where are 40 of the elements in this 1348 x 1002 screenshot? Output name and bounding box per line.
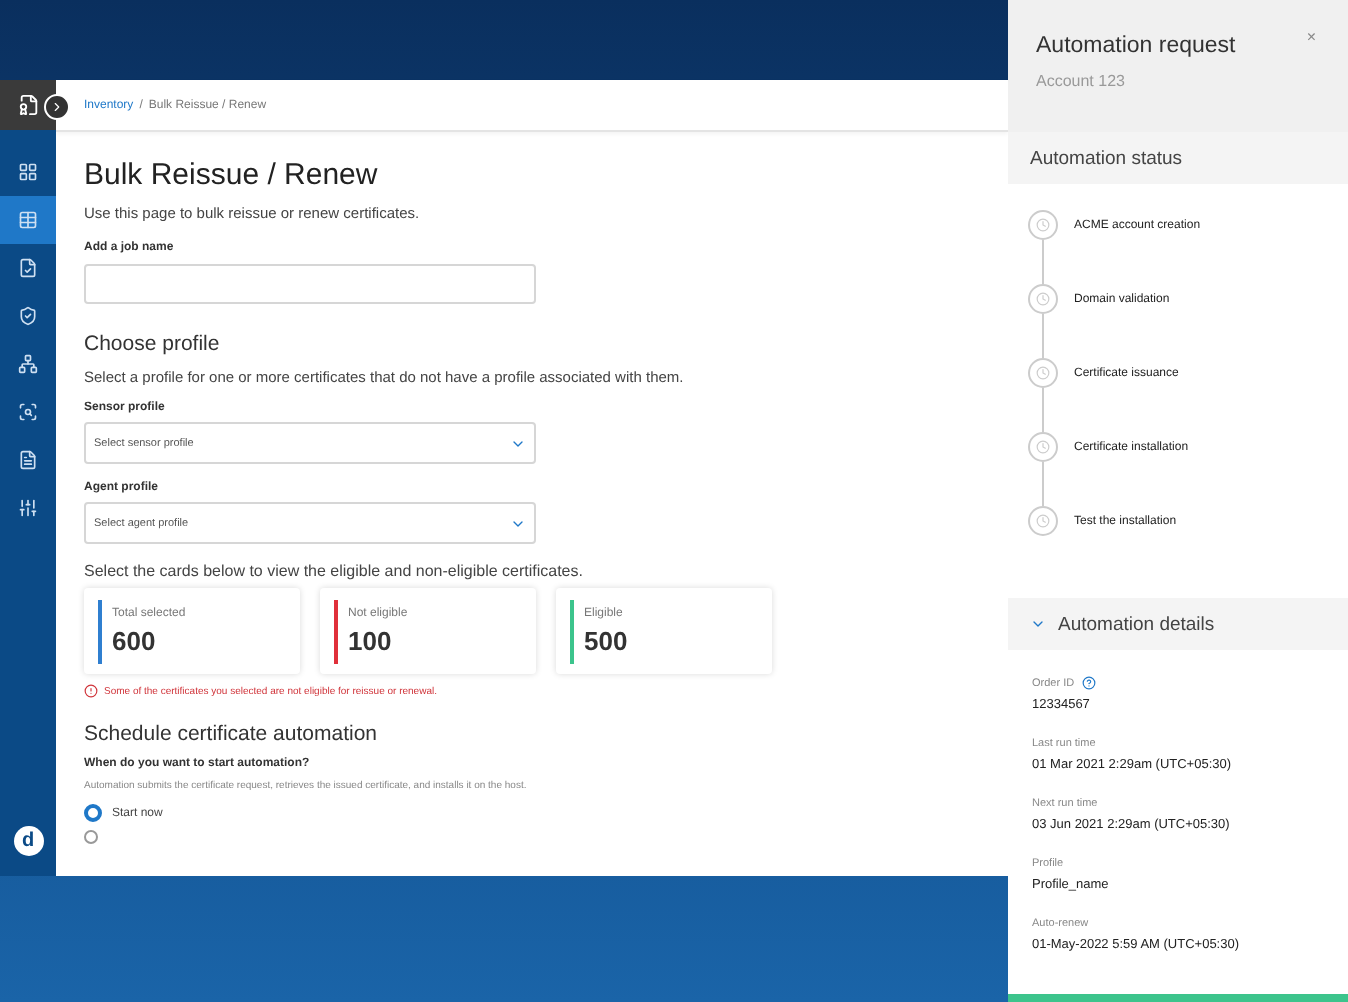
document-check-icon (18, 258, 38, 278)
network-icon (18, 354, 38, 374)
step-clock-icon (1028, 506, 1058, 536)
expand-button[interactable] (44, 94, 70, 120)
step-connector (1042, 388, 1044, 432)
section-title: Choose profile (84, 332, 222, 356)
chevron-down-icon (1030, 616, 1046, 632)
nav-item[interactable] (0, 196, 56, 244)
step-clock-icon (1028, 210, 1058, 240)
job-name-input[interactable] (84, 264, 536, 304)
card-value: 500 (584, 625, 628, 655)
radio-button[interactable] (84, 804, 102, 822)
chevron-right-icon (50, 100, 64, 114)
cards-hint: Select the cards below to view the eligible and non-eligible certificates. (84, 562, 585, 580)
document-icon (18, 450, 38, 470)
card-value: 600 (112, 625, 158, 655)
section-title: Automation status (1030, 147, 1183, 169)
help-icon[interactable] (1082, 676, 1097, 690)
logo-icon (17, 94, 39, 116)
shield-check-icon (18, 306, 38, 326)
user-avatar[interactable]: d (13, 826, 43, 856)
step-connector (1042, 240, 1044, 284)
scan-search-icon (18, 402, 38, 422)
panel-subtitle: Account 123 (1036, 72, 1127, 90)
section-title: Schedule certificate automation (84, 722, 380, 746)
section-title: Automation details (1058, 613, 1215, 635)
alert-icon (84, 684, 98, 698)
step-clock-icon (1028, 358, 1058, 388)
sliders-icon (18, 498, 38, 518)
section-header[interactable]: Automation details (1008, 598, 1348, 650)
card-value: 100 (348, 625, 394, 655)
radio-button[interactable] (84, 830, 98, 844)
table-icon (18, 210, 38, 230)
step-clock-icon (1028, 432, 1058, 462)
grid-icon (18, 162, 38, 182)
step-clock-icon (1028, 284, 1058, 314)
page-title: Bulk Reissue / Renew (84, 158, 380, 192)
step-connector (1042, 314, 1044, 358)
step-connector (1042, 462, 1044, 506)
panel-title: Automation request (1036, 34, 1236, 58)
